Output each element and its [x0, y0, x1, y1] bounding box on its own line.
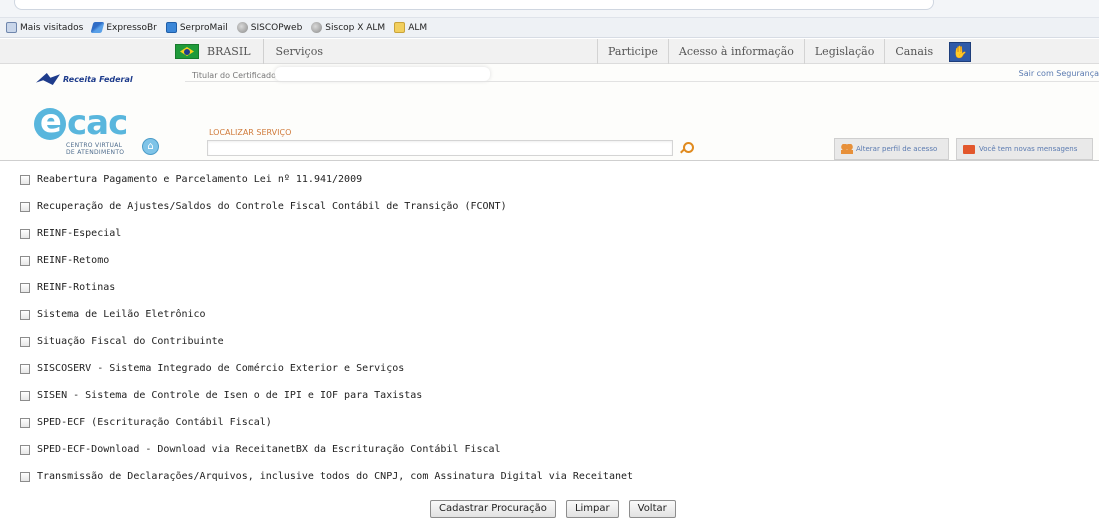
service-checkbox[interactable] [20, 471, 30, 482]
gov-bar: BRASIL Serviços Participe Acesso à infor… [0, 39, 1099, 64]
home-icon[interactable]: ⌂ [142, 138, 159, 155]
accessibility-icon[interactable]: ✋ [949, 41, 972, 62]
messages-button[interactable]: Você tem novas mensagens [956, 138, 1093, 160]
search-icon[interactable] [680, 142, 694, 154]
folder-icon [394, 22, 406, 33]
receita-bird-icon [36, 73, 60, 85]
ecac-header: Receita Federal Titular do Certificado: … [0, 64, 1099, 161]
gov-canais-link[interactable]: Canais [884, 39, 943, 64]
certificate-holder-value [275, 67, 490, 81]
bookmark-expressobr[interactable]: ExpressoBr [90, 22, 157, 33]
service-checkbox[interactable] [20, 201, 30, 212]
browser-toolbar [0, 0, 1099, 18]
brazil-flag-icon [175, 44, 199, 59]
list-item: REINF-Rotinas [20, 274, 920, 301]
logout-link[interactable]: Sair com Segurança [1019, 69, 1099, 78]
search-service-input[interactable] [207, 140, 673, 156]
service-checkbox[interactable] [20, 174, 30, 185]
list-item: SISCOSERV - Sistema Integrado de Comérci… [20, 355, 920, 382]
service-checkbox[interactable] [20, 444, 30, 455]
list-item: REINF-Retomo [20, 247, 920, 274]
address-bar[interactable] [14, 0, 934, 10]
gov-acesso-informacao-link[interactable]: Acesso à informação [667, 39, 804, 64]
gov-servicos-link[interactable]: Serviços [276, 45, 323, 58]
list-item: Sistema de Leilão Eletrônico [20, 301, 920, 328]
list-item: Recuperação de Ajustes/Saldos do Control… [20, 193, 920, 220]
gov-brasil-link[interactable]: BRASIL [207, 45, 251, 58]
page-icon [6, 22, 17, 33]
bookmark-serpromail[interactable]: SerproMail [165, 22, 228, 33]
change-profile-button[interactable]: Alterar perfil de acesso [834, 138, 949, 160]
expresso-icon [90, 22, 105, 33]
service-checkbox[interactable] [20, 255, 30, 266]
form-actions: Cadastrar Procuração Limpar Voltar [430, 500, 676, 518]
receita-federal-logo[interactable]: Receita Federal [36, 73, 133, 85]
list-item: Situação Fiscal do Contribuinte [20, 328, 920, 355]
globe-icon [236, 22, 248, 33]
service-checkbox[interactable] [20, 363, 30, 374]
service-checkbox[interactable] [20, 282, 30, 293]
list-item: REINF-Especial [20, 220, 920, 247]
serpro-icon [165, 22, 177, 33]
list-item: SPED-ECF (Escrituração Contábil Fiscal) [20, 409, 920, 436]
ecac-logo[interactable]: cac CENTRO VIRTUAL DE ATENDIMENTO [34, 102, 134, 164]
clear-button[interactable]: Limpar [565, 500, 619, 518]
bookmark-siscopweb[interactable]: SISCOPweb [236, 22, 302, 33]
users-icon [841, 144, 853, 154]
certificate-holder-label: Titular do Certificado: [192, 71, 279, 80]
globe-icon [311, 22, 323, 33]
list-item: Reabertura Pagamento e Parcelamento Lei … [20, 166, 920, 193]
service-checkbox[interactable] [20, 336, 30, 347]
list-item: SPED-ECF-Download - Download via Receita… [20, 436, 920, 463]
bookmark-siscop-x-alm[interactable]: Siscop X ALM [311, 22, 385, 33]
back-button[interactable]: Voltar [628, 500, 676, 518]
gov-legislacao-link[interactable]: Legislação [803, 39, 884, 64]
bookmarks-bar: Mais visitados ExpressoBr SerproMail SIS… [0, 18, 1099, 38]
services-list: Reabertura Pagamento e Parcelamento Lei … [20, 166, 920, 490]
service-checkbox[interactable] [20, 390, 30, 401]
search-service-label: LOCALIZAR SERVIÇO [209, 128, 292, 137]
list-item: SISEN - Sistema de Controle de Isen o de… [20, 382, 920, 409]
bookmark-mais-visitados[interactable]: Mais visitados [6, 22, 83, 33]
service-checkbox[interactable] [20, 309, 30, 320]
register-procuracao-button[interactable]: Cadastrar Procuração [430, 500, 556, 518]
gov-participe-link[interactable]: Participe [597, 39, 668, 64]
list-item: Transmissão de Declarações/Arquivos, inc… [20, 463, 920, 490]
service-checkbox[interactable] [20, 228, 30, 239]
mail-icon [963, 144, 975, 154]
service-checkbox[interactable] [20, 417, 30, 428]
bookmark-alm[interactable]: ALM [394, 22, 427, 33]
